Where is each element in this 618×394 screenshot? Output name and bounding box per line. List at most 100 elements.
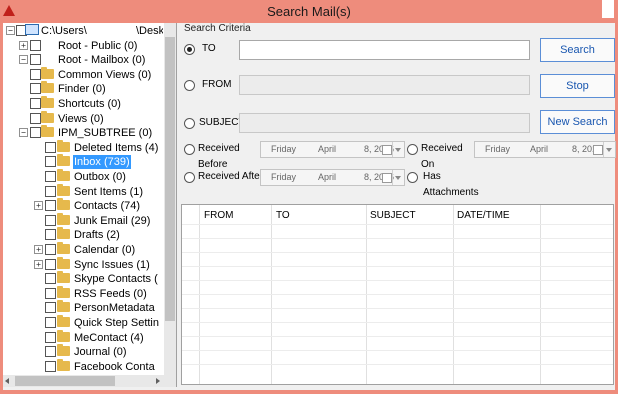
- date-dropdown-icon[interactable]: [603, 142, 615, 157]
- has-attachments-option[interactable]: Has Attachments: [407, 169, 497, 198]
- tree-checkbox[interactable]: [45, 200, 56, 212]
- tree-item[interactable]: Common Views (0): [3, 66, 163, 82]
- has-attachments-checkbox[interactable]: [407, 172, 418, 183]
- folder-tree: −C:\Users\\Desktop\De+Root - Public (0)−…: [3, 23, 163, 375]
- subject-radio[interactable]: [184, 118, 195, 129]
- tree-checkbox[interactable]: [30, 112, 41, 124]
- tree-checkbox[interactable]: [30, 39, 41, 51]
- column-header-from[interactable]: FROM: [204, 210, 233, 221]
- received-after-date[interactable]: Friday April 8, 2016: [260, 169, 405, 186]
- folder-icon: [57, 344, 70, 357]
- to-radio[interactable]: [184, 44, 195, 55]
- tree-checkbox[interactable]: [30, 127, 41, 139]
- expand-icon[interactable]: +: [34, 201, 43, 211]
- tree-checkbox[interactable]: [45, 185, 56, 197]
- date-dropdown-icon[interactable]: [392, 142, 404, 157]
- tree-item[interactable]: Journal (0): [3, 344, 163, 359]
- tree-item[interactable]: Shortcuts (0): [3, 96, 163, 111]
- tree-checkbox[interactable]: [30, 68, 41, 80]
- tree-item[interactable]: Skype Contacts (: [3, 271, 163, 286]
- scroll-thumb[interactable]: [165, 37, 175, 321]
- collapse-icon[interactable]: −: [6, 26, 15, 35]
- tree-item[interactable]: Outbox (0): [3, 169, 163, 184]
- expand-icon[interactable]: +: [34, 245, 43, 254]
- tree-item[interactable]: Sent Items (1): [3, 183, 163, 199]
- expand-icon[interactable]: +: [19, 40, 28, 50]
- from-input[interactable]: [239, 75, 530, 95]
- column-header-subject[interactable]: SUBJECT: [370, 210, 416, 221]
- date-dropdown-icon[interactable]: [392, 170, 404, 185]
- tree-item[interactable]: MeContact (4): [3, 329, 163, 345]
- tree-item[interactable]: − C:\Users\ \Desktop\De: [3, 24, 163, 38]
- calendar-icon[interactable]: [382, 145, 392, 155]
- from-option[interactable]: FROM: [184, 77, 244, 93]
- tree-item[interactable]: Finder (0): [3, 81, 163, 96]
- tree-checkbox[interactable]: [30, 54, 41, 66]
- scroll-left-icon[interactable]: [5, 378, 9, 384]
- tree-checkbox[interactable]: [45, 302, 56, 314]
- search-button[interactable]: Search: [540, 38, 615, 62]
- tree-checkbox[interactable]: [45, 360, 56, 372]
- calendar-icon[interactable]: [593, 145, 603, 155]
- received-after-option[interactable]: Received After: [184, 169, 264, 185]
- tree-item[interactable]: + Contacts (74): [3, 198, 163, 213]
- received-before-option[interactable]: Received Before: [184, 141, 264, 170]
- tree-item[interactable]: + Calendar (0): [3, 242, 163, 257]
- tree-item[interactable]: Views (0): [3, 110, 163, 126]
- new-search-button[interactable]: New Search: [540, 110, 615, 134]
- scroll-thumb[interactable]: [15, 376, 115, 386]
- tree-checkbox[interactable]: [45, 273, 56, 285]
- close-button[interactable]: [602, 0, 614, 18]
- tree-item[interactable]: + Sync Issues (1): [3, 256, 163, 272]
- column-header-to[interactable]: TO: [276, 210, 290, 221]
- tree-item[interactable]: Deleted Items (4): [3, 139, 163, 155]
- tree-checkbox[interactable]: [30, 98, 41, 109]
- from-radio[interactable]: [184, 80, 195, 91]
- tree-vertical-scrollbar[interactable]: [164, 23, 176, 375]
- tree-item[interactable]: Quick Step Settin: [3, 315, 163, 330]
- tree-checkbox[interactable]: [45, 214, 56, 226]
- to-input[interactable]: [239, 40, 530, 60]
- tree-checkbox[interactable]: [45, 331, 56, 343]
- tree-item[interactable]: − IPM_SUBTREE (0): [3, 125, 163, 140]
- expand-icon[interactable]: +: [34, 259, 43, 269]
- tree-item[interactable]: Facebook Conta: [3, 358, 163, 374]
- received-before-checkbox[interactable]: [184, 144, 195, 155]
- tree-item[interactable]: Inbox (739): [3, 154, 163, 170]
- calendar-icon[interactable]: [382, 173, 392, 183]
- tree-item[interactable]: PersonMetadata: [3, 300, 163, 315]
- stop-button[interactable]: Stop: [540, 74, 615, 98]
- tree-checkbox[interactable]: [45, 171, 56, 182]
- collapse-icon[interactable]: −: [19, 55, 28, 65]
- subject-option[interactable]: SUBJECT: [184, 115, 245, 131]
- tree-checkbox[interactable]: [45, 244, 56, 255]
- received-on-checkbox[interactable]: [407, 144, 418, 155]
- tree-item[interactable]: RSS Feeds (0): [3, 285, 163, 301]
- tree-checkbox[interactable]: [45, 141, 56, 153]
- received-on-date[interactable]: Friday April 8, 2016: [474, 141, 616, 158]
- received-before-date[interactable]: Friday April 8, 2016: [260, 141, 405, 158]
- tree-item[interactable]: Drafts (2): [3, 227, 163, 242]
- tree-item-label: Calendar (0): [74, 244, 136, 256]
- received-after-checkbox[interactable]: [184, 172, 195, 183]
- tree-checkbox[interactable]: [45, 317, 56, 328]
- tree-checkbox[interactable]: [45, 287, 56, 299]
- collapse-icon[interactable]: −: [19, 128, 28, 138]
- folder-icon: [57, 169, 70, 181]
- column-header-datetime[interactable]: DATE/TIME: [457, 210, 510, 221]
- tree-checkbox[interactable]: [45, 258, 56, 270]
- subject-input[interactable]: [239, 113, 530, 133]
- results-grid[interactable]: FROM TO SUBJECT DATE/TIME: [181, 204, 614, 385]
- tree-horizontal-scrollbar[interactable]: [3, 375, 176, 387]
- tree-checkbox[interactable]: [45, 229, 56, 241]
- tree-item[interactable]: − Root - Mailbox (0): [3, 53, 163, 67]
- tree-checkbox[interactable]: [45, 156, 56, 168]
- tree-item-label: Finder (0): [58, 83, 106, 96]
- tree-item[interactable]: + Root - Public (0): [3, 39, 163, 53]
- received-on-option[interactable]: Received On: [407, 141, 477, 170]
- tree-checkbox[interactable]: [45, 346, 56, 358]
- tree-checkbox[interactable]: [30, 83, 41, 95]
- scroll-right-icon[interactable]: [156, 378, 160, 384]
- to-option[interactable]: TO: [184, 41, 234, 57]
- tree-item[interactable]: Junk Email (29): [3, 212, 163, 228]
